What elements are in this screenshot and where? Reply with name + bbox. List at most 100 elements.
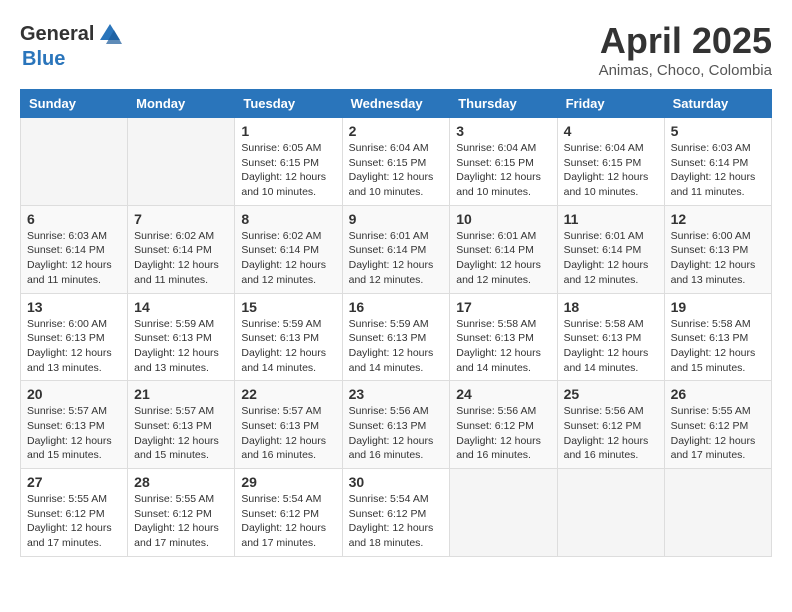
weekday-header: Wednesday [342, 90, 450, 118]
day-number: 28 [134, 474, 228, 490]
day-info: Sunrise: 5:58 AM Sunset: 6:13 PM Dayligh… [456, 317, 550, 376]
calendar-cell: 6 Sunrise: 6:03 AM Sunset: 6:14 PM Daylig… [21, 205, 128, 293]
day-number: 5 [671, 123, 765, 139]
calendar-week-row: 27 Sunrise: 5:55 AM Sunset: 6:12 PM Dayli… [21, 469, 772, 557]
day-number: 8 [241, 211, 335, 227]
month-title: April 2025 [599, 20, 772, 62]
day-number: 15 [241, 299, 335, 315]
calendar-cell: 17 Sunrise: 5:58 AM Sunset: 6:13 PM Dayli… [450, 293, 557, 381]
weekday-header: Friday [557, 90, 664, 118]
calendar-cell [450, 469, 557, 557]
day-info: Sunrise: 6:03 AM Sunset: 6:14 PM Dayligh… [27, 229, 121, 288]
calendar-cell: 22 Sunrise: 5:57 AM Sunset: 6:13 PM Dayli… [235, 381, 342, 469]
day-info: Sunrise: 5:54 AM Sunset: 6:12 PM Dayligh… [241, 492, 335, 551]
title-area: April 2025 Animas, Choco, Colombia [599, 20, 772, 79]
day-number: 6 [27, 211, 121, 227]
calendar-week-row: 6 Sunrise: 6:03 AM Sunset: 6:14 PM Daylig… [21, 205, 772, 293]
day-number: 17 [456, 299, 550, 315]
calendar-cell: 12Sunrise: 6:00 AM Sunset: 6:13 PM Dayli… [664, 205, 771, 293]
calendar-cell [664, 469, 771, 557]
calendar-cell [21, 118, 128, 206]
day-number: 16 [349, 299, 444, 315]
day-number: 29 [241, 474, 335, 490]
day-info: Sunrise: 6:05 AM Sunset: 6:15 PM Dayligh… [241, 141, 335, 200]
day-number: 20 [27, 386, 121, 402]
logo-icon [96, 20, 124, 48]
calendar-cell: 24 Sunrise: 5:56 AM Sunset: 6:12 PM Dayli… [450, 381, 557, 469]
day-number: 9 [349, 211, 444, 227]
calendar-cell: 29 Sunrise: 5:54 AM Sunset: 6:12 PM Dayli… [235, 469, 342, 557]
calendar-cell: 5Sunrise: 6:03 AM Sunset: 6:14 PM Daylig… [664, 118, 771, 206]
day-info: Sunrise: 5:57 AM Sunset: 6:13 PM Dayligh… [27, 404, 121, 463]
calendar-cell: 3 Sunrise: 6:04 AM Sunset: 6:15 PM Daylig… [450, 118, 557, 206]
weekday-header: Saturday [664, 90, 771, 118]
calendar-cell: 13 Sunrise: 6:00 AM Sunset: 6:13 PM Dayli… [21, 293, 128, 381]
day-info: Sunrise: 5:59 AM Sunset: 6:13 PM Dayligh… [241, 317, 335, 376]
logo-text-general: General [20, 23, 94, 46]
calendar-cell: 21Sunrise: 5:57 AM Sunset: 6:13 PM Dayli… [128, 381, 235, 469]
day-info: Sunrise: 5:56 AM Sunset: 6:12 PM Dayligh… [456, 404, 550, 463]
calendar-cell: 23 Sunrise: 5:56 AM Sunset: 6:13 PM Dayli… [342, 381, 450, 469]
calendar-week-row: 1 Sunrise: 6:05 AM Sunset: 6:15 PM Daylig… [21, 118, 772, 206]
calendar-cell: 8 Sunrise: 6:02 AM Sunset: 6:14 PM Daylig… [235, 205, 342, 293]
day-number: 3 [456, 123, 550, 139]
calendar-header-row: SundayMondayTuesdayWednesdayThursdayFrid… [21, 90, 772, 118]
calendar-cell: 26Sunrise: 5:55 AM Sunset: 6:12 PM Dayli… [664, 381, 771, 469]
calendar-cell: 16 Sunrise: 5:59 AM Sunset: 6:13 PM Dayli… [342, 293, 450, 381]
day-info: Sunrise: 6:04 AM Sunset: 6:15 PM Dayligh… [456, 141, 550, 200]
logo-text-blue: Blue [22, 48, 65, 70]
day-number: 19 [671, 299, 765, 315]
day-number: 22 [241, 386, 335, 402]
logo: General Blue [20, 20, 124, 71]
day-info: Sunrise: 5:58 AM Sunset: 6:13 PM Dayligh… [564, 317, 658, 376]
day-info: Sunrise: 5:55 AM Sunset: 6:12 PM Dayligh… [27, 492, 121, 551]
day-info: Sunrise: 6:04 AM Sunset: 6:15 PM Dayligh… [564, 141, 658, 200]
page-header: General Blue April 2025 Animas, Choco, C… [20, 20, 772, 79]
calendar-cell: 19Sunrise: 5:58 AM Sunset: 6:13 PM Dayli… [664, 293, 771, 381]
calendar-cell: 15 Sunrise: 5:59 AM Sunset: 6:13 PM Dayli… [235, 293, 342, 381]
day-number: 14 [134, 299, 228, 315]
day-info: Sunrise: 5:59 AM Sunset: 6:13 PM Dayligh… [349, 317, 444, 376]
day-number: 7 [134, 211, 228, 227]
day-number: 24 [456, 386, 550, 402]
day-number: 18 [564, 299, 658, 315]
weekday-header: Thursday [450, 90, 557, 118]
calendar-cell: 9Sunrise: 6:01 AM Sunset: 6:14 PM Daylig… [342, 205, 450, 293]
day-number: 2 [349, 123, 444, 139]
day-number: 23 [349, 386, 444, 402]
day-number: 25 [564, 386, 658, 402]
calendar-cell: 11 Sunrise: 6:01 AM Sunset: 6:14 PM Dayli… [557, 205, 664, 293]
calendar-week-row: 20 Sunrise: 5:57 AM Sunset: 6:13 PM Dayli… [21, 381, 772, 469]
day-number: 10 [456, 211, 550, 227]
calendar-cell [557, 469, 664, 557]
calendar-cell: 25Sunrise: 5:56 AM Sunset: 6:12 PM Dayli… [557, 381, 664, 469]
day-info: Sunrise: 5:55 AM Sunset: 6:12 PM Dayligh… [671, 404, 765, 463]
day-info: Sunrise: 6:02 AM Sunset: 6:14 PM Dayligh… [241, 229, 335, 288]
day-info: Sunrise: 5:56 AM Sunset: 6:13 PM Dayligh… [349, 404, 444, 463]
calendar-cell: 14Sunrise: 5:59 AM Sunset: 6:13 PM Dayli… [128, 293, 235, 381]
weekday-header: Monday [128, 90, 235, 118]
day-info: Sunrise: 6:01 AM Sunset: 6:14 PM Dayligh… [564, 229, 658, 288]
calendar-cell: 20 Sunrise: 5:57 AM Sunset: 6:13 PM Dayli… [21, 381, 128, 469]
day-number: 11 [564, 211, 658, 227]
calendar-week-row: 13 Sunrise: 6:00 AM Sunset: 6:13 PM Dayli… [21, 293, 772, 381]
calendar-cell: 18 Sunrise: 5:58 AM Sunset: 6:13 PM Dayli… [557, 293, 664, 381]
weekday-header: Sunday [21, 90, 128, 118]
weekday-header: Tuesday [235, 90, 342, 118]
day-info: Sunrise: 5:57 AM Sunset: 6:13 PM Dayligh… [241, 404, 335, 463]
calendar-cell: 10 Sunrise: 6:01 AM Sunset: 6:14 PM Dayli… [450, 205, 557, 293]
day-number: 4 [564, 123, 658, 139]
day-number: 13 [27, 299, 121, 315]
calendar-cell: 27 Sunrise: 5:55 AM Sunset: 6:12 PM Dayli… [21, 469, 128, 557]
calendar-cell: 1 Sunrise: 6:05 AM Sunset: 6:15 PM Daylig… [235, 118, 342, 206]
day-info: Sunrise: 5:54 AM Sunset: 6:12 PM Dayligh… [349, 492, 444, 551]
location-subtitle: Animas, Choco, Colombia [599, 62, 772, 79]
day-info: Sunrise: 6:00 AM Sunset: 6:13 PM Dayligh… [27, 317, 121, 376]
day-number: 1 [241, 123, 335, 139]
day-info: Sunrise: 6:02 AM Sunset: 6:14 PM Dayligh… [134, 229, 228, 288]
calendar-table: SundayMondayTuesdayWednesdayThursdayFrid… [20, 89, 772, 557]
day-info: Sunrise: 5:57 AM Sunset: 6:13 PM Dayligh… [134, 404, 228, 463]
day-number: 30 [349, 474, 444, 490]
day-info: Sunrise: 6:01 AM Sunset: 6:14 PM Dayligh… [456, 229, 550, 288]
day-number: 27 [27, 474, 121, 490]
